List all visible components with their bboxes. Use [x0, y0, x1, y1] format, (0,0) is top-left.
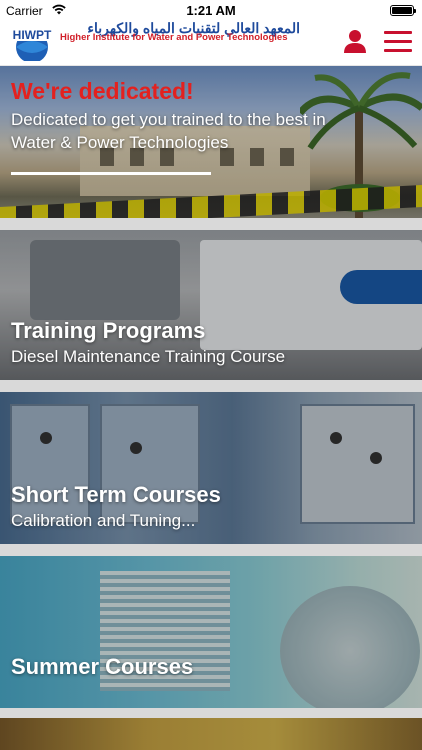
card-subtitle: Diesel Maintenance Training Course — [11, 347, 286, 366]
card-title: Short Term Courses — [11, 482, 221, 507]
card-next[interactable] — [0, 718, 422, 750]
status-time: 1:21 AM — [186, 3, 236, 18]
logo-abbr: HIWPT — [13, 28, 52, 42]
app-screen: Carrier 1:21 AM HIWPT المعهد العالي لتقن… — [0, 0, 422, 750]
institute-name-english: Higher Institute for Water and Power Tec… — [60, 32, 288, 43]
hero-subtitle: Dedicated to get you trained to the best… — [11, 110, 326, 152]
card-title: Training Programs — [11, 318, 206, 343]
card-subtitle: Calibration and Tuning... — [11, 511, 196, 530]
hamburger-menu-icon[interactable] — [384, 31, 412, 53]
battery-icon — [390, 5, 416, 16]
card-short-term-courses[interactable]: Short Term Courses Calibration and Tunin… — [0, 392, 422, 544]
hero-banner: We're dedicated! Dedicated to get you tr… — [0, 66, 422, 218]
card-summer-courses[interactable]: Summer Courses — [0, 556, 422, 708]
user-profile-button[interactable] — [342, 28, 368, 54]
card-title: Summer Courses — [11, 654, 194, 679]
card-training-programs[interactable]: Training Programs Diesel Maintenance Tra… — [0, 230, 422, 380]
app-header: HIWPT المعهد العالي لتقنيات المياه والكه… — [0, 20, 422, 66]
status-bar: Carrier 1:21 AM — [0, 0, 422, 20]
hero-divider — [11, 172, 211, 175]
institute-logo[interactable]: HIWPT — [8, 21, 56, 61]
hero-title: We're dedicated! — [11, 78, 194, 104]
user-icon — [344, 30, 366, 53]
